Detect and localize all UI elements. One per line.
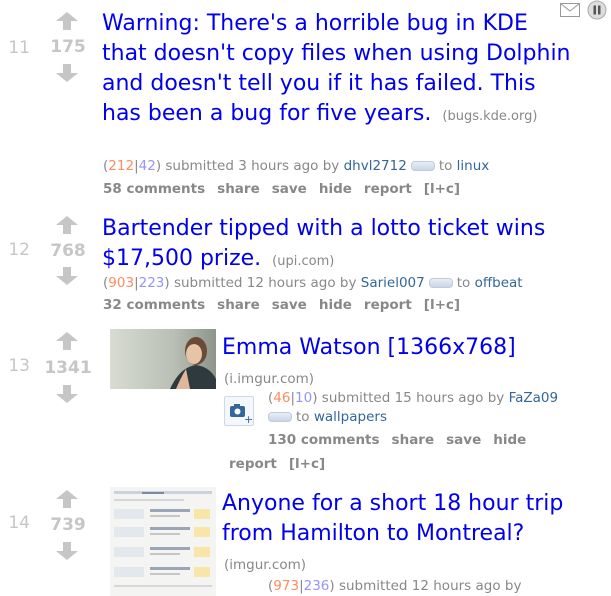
downvote-arrow-icon[interactable]: [56, 64, 78, 82]
upvote-count: 903: [108, 275, 135, 291]
subreddit-link[interactable]: wallpapers: [314, 409, 387, 425]
post-rank: 11: [8, 38, 30, 58]
post-score: 768: [50, 241, 86, 261]
upvote-arrow-icon[interactable]: [56, 332, 78, 350]
save-button[interactable]: save: [446, 432, 481, 448]
upvote-count: 46: [273, 390, 291, 406]
downvote-count: 10: [295, 390, 313, 406]
post-title[interactable]: Emma Watson [1366x768]: [222, 335, 516, 360]
hide-button[interactable]: hide: [493, 432, 526, 448]
post-tagline: (903|223) submitted 12 hours ago by Sari…: [103, 275, 523, 291]
post-tagline: (973|236) submitted 12 hours ago by: [268, 578, 522, 594]
comments-link[interactable]: 32 comments: [103, 297, 205, 313]
post-domain[interactable]: (i.imgur.com): [224, 371, 314, 387]
post-title[interactable]: Anyone for a short 18 hour trip from Ham…: [222, 491, 563, 546]
share-button[interactable]: share: [217, 297, 260, 313]
submitted-text: submitted 12 hours ago by: [173, 275, 357, 291]
share-button[interactable]: share: [392, 432, 435, 448]
post-score: 1341: [44, 358, 92, 378]
to-text: to: [296, 409, 310, 425]
post-domain-line: (i.imgur.com): [224, 371, 314, 387]
post-score: 739: [50, 515, 86, 535]
post-domain[interactable]: (upi.com): [272, 254, 334, 269]
post-buttons: 58 comments share save hide report [l+c]: [103, 181, 472, 197]
share-button[interactable]: share: [217, 181, 260, 197]
downvote-arrow-icon[interactable]: [56, 542, 78, 560]
user-tag-icon[interactable]: [410, 161, 435, 171]
post-rank: 13: [8, 356, 30, 376]
camera-expand-icon[interactable]: +: [224, 396, 254, 426]
submitted-text: submitted 12 hours ago by: [338, 578, 522, 594]
post-rank: 14: [8, 513, 30, 533]
subreddit-link[interactable]: offbeat: [475, 275, 523, 291]
report-button[interactable]: report: [229, 456, 277, 472]
subreddit-link[interactable]: linux: [457, 158, 490, 174]
upvote-arrow-icon[interactable]: [56, 12, 78, 30]
post-domain[interactable]: (bugs.kde.org): [442, 109, 537, 124]
submitted-text: submitted 3 hours ago by: [165, 158, 340, 174]
post-buttons: 130 comments share save hide: [268, 432, 538, 448]
post-domain[interactable]: (imgur.com): [224, 557, 306, 573]
user-tag-icon[interactable]: [428, 278, 453, 288]
post-buttons: 32 comments share save hide report [l+c]: [103, 297, 472, 313]
downvote-arrow-icon[interactable]: [56, 267, 78, 285]
comments-link[interactable]: 58 comments: [103, 181, 205, 197]
post-title-link[interactable]: Emma Watson [1366x768]: [222, 333, 602, 363]
post-tagline: (212|42) submitted 3 hours ago by dhvl27…: [103, 158, 490, 174]
post-rank: 12: [8, 240, 30, 260]
post-title-link[interactable]: Bartender tipped with a lotto ticket win…: [102, 214, 592, 277]
post-tagline: (46|10) submitted 15 hours ago by FaZa09: [268, 390, 559, 406]
pause-icon[interactable]: [587, 0, 607, 20]
save-button[interactable]: save: [272, 297, 307, 313]
post-title-link[interactable]: Anyone for a short 18 hour trip from Ham…: [222, 489, 602, 549]
author-link[interactable]: dhvl2712: [344, 158, 407, 174]
upvote-count: 973: [273, 578, 300, 594]
upvote-arrow-icon[interactable]: [56, 490, 78, 508]
upvote-count: 212: [108, 158, 135, 174]
lc-link[interactable]: [l+c]: [424, 297, 460, 313]
report-button[interactable]: report: [364, 181, 412, 197]
downvote-arrow-icon[interactable]: [56, 385, 78, 403]
post-thumbnail[interactable]: [110, 329, 216, 389]
to-text: to: [456, 275, 471, 291]
svg-text:+: +: [244, 413, 253, 425]
comments-link[interactable]: 130 comments: [268, 432, 380, 448]
post-domain-line: (imgur.com): [224, 557, 306, 573]
downvote-count: 42: [138, 158, 156, 174]
lc-link[interactable]: [l+c]: [289, 456, 325, 472]
post-score: 175: [50, 37, 86, 57]
submitted-text: submitted 15 hours ago by: [321, 390, 505, 406]
save-button[interactable]: save: [272, 181, 307, 197]
author-link[interactable]: FaZa09: [509, 390, 559, 406]
to-text: to: [438, 158, 453, 174]
hide-button[interactable]: hide: [319, 181, 352, 197]
post-thumbnail[interactable]: [110, 487, 216, 596]
upvote-arrow-icon[interactable]: [56, 216, 78, 234]
report-button[interactable]: report: [364, 297, 412, 313]
post-buttons-cont: report [l+c]: [229, 456, 337, 472]
post-tagline-cont: to wallpapers: [268, 409, 387, 425]
lc-link[interactable]: [l+c]: [424, 181, 460, 197]
author-link[interactable]: Sariel007: [361, 275, 425, 291]
hide-button[interactable]: hide: [319, 297, 352, 313]
downvote-count: 236: [303, 578, 330, 594]
downvote-count: 223: [138, 275, 165, 291]
user-tag-icon[interactable]: [268, 412, 292, 422]
post-title-link[interactable]: Warning: There's a horrible bug in KDE t…: [102, 9, 578, 132]
